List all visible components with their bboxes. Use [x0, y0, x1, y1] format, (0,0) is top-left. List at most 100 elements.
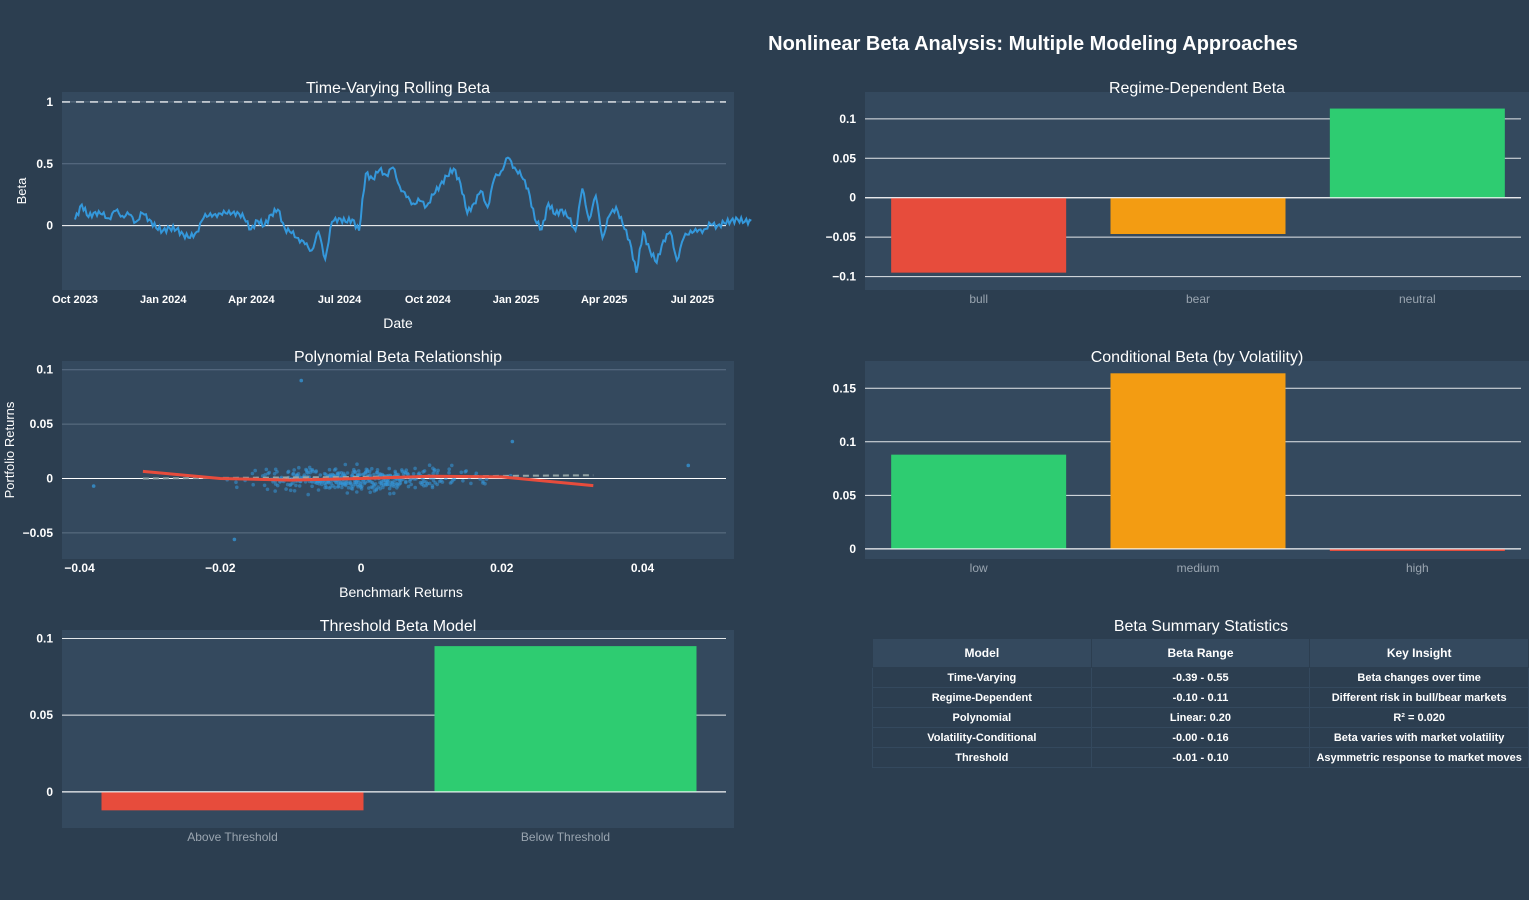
- polynomial-beta-chart: Polynomial Beta Relationship −0.05 0 0.05 0.…: [2, 349, 734, 600]
- y-axis-label: Portfolio Returns: [2, 401, 17, 498]
- scatter-point: [421, 470, 425, 474]
- rolling-beta-chart: Time-Varying Rolling Beta 0 0.5 1 Oct 2023 Ja…: [14, 80, 752, 331]
- threshold-beta-chart: Threshold Beta Model 0 0.05 0.1 Above Thresh…: [30, 618, 734, 844]
- x-tick-label: bear: [1186, 292, 1210, 306]
- x-tick-label: Above Threshold: [187, 830, 278, 844]
- chart-title: Regime-Dependent Beta: [1109, 80, 1285, 97]
- x-tick-label: Jan 2024: [140, 294, 187, 306]
- scatter-point: [397, 482, 402, 486]
- table-cell: -0.10 - 0.11: [1090, 687, 1311, 708]
- y-tick-label: 0: [849, 191, 856, 205]
- header-beta-range: Beta Range: [1090, 638, 1311, 668]
- scatter-point: [327, 467, 332, 472]
- scatter-point: [411, 472, 416, 476]
- scatter-point: [433, 481, 438, 485]
- scatter-point: [353, 470, 358, 475]
- bar-below-threshold: [434, 646, 697, 792]
- table-cell: -0.39 - 0.55: [1090, 667, 1311, 688]
- scatter-point: [359, 485, 363, 490]
- x-tick-label: 0.04: [631, 561, 655, 575]
- scatter-point: [356, 480, 361, 485]
- scatter-point: [459, 470, 464, 475]
- scatter-point: [250, 471, 255, 476]
- y-tick-label: 0.05: [30, 708, 54, 722]
- scatter-point: [364, 470, 368, 474]
- x-tick-label: neutral: [1399, 292, 1436, 306]
- scatter-point: [450, 463, 454, 468]
- table-row: Polynomial Linear: 0.20 R² = 0.020: [872, 707, 1529, 728]
- x-tick-label: 0.02: [490, 561, 514, 575]
- y-tick-label: 0.05: [30, 417, 54, 431]
- scatter-point: [275, 470, 279, 474]
- scatter-point: [372, 472, 376, 477]
- scatter-point: [288, 488, 293, 493]
- y-tick-label: −0.05: [23, 526, 54, 540]
- y-tick-label: −0.05: [826, 230, 857, 244]
- table-cell: Linear: 0.20: [1090, 707, 1311, 728]
- scatter-point: [297, 484, 302, 488]
- bar-bear: [1110, 197, 1286, 234]
- x-tick-label: bull: [969, 292, 988, 306]
- scatter-point: [308, 470, 313, 475]
- x-tick-label: Oct 2024: [405, 294, 452, 306]
- scatter-point: [292, 468, 297, 472]
- scatter-point: [266, 471, 270, 476]
- bar-neutral: [1329, 108, 1505, 198]
- y-tick-label: 0: [46, 219, 53, 233]
- chart-title: Time-Varying Rolling Beta: [306, 80, 490, 97]
- scatter-point: [413, 485, 418, 490]
- scatter-point: [348, 481, 353, 485]
- scatter-point: [307, 465, 312, 470]
- x-tick-label: Jul 2024: [318, 294, 362, 306]
- table-row: Regime-Dependent -0.10 - 0.11 Different …: [872, 687, 1529, 708]
- table-cell: -0.00 - 0.16: [1090, 727, 1311, 748]
- x-tick-label: medium: [1177, 561, 1220, 575]
- summary-table-container: Model Beta Range Key Insight Time-Varyin…: [872, 638, 1529, 768]
- summary-table-title: Beta Summary Statistics: [1114, 618, 1288, 635]
- scatter-point: [424, 483, 428, 488]
- scatter-point: [253, 468, 257, 473]
- scatter-point: [315, 481, 319, 486]
- table-cell: Volatility-Conditional: [872, 727, 1092, 748]
- scatter-point: [392, 491, 396, 496]
- x-tick-label: −0.04: [64, 561, 95, 575]
- scatter-point: [91, 484, 96, 488]
- table-row: Volatility-Conditional -0.00 - 0.16 Beta…: [872, 727, 1529, 748]
- scatter-point: [363, 480, 368, 485]
- scatter-point: [291, 481, 295, 485]
- table-cell: Polynomial: [872, 707, 1092, 728]
- scatter-point: [294, 483, 298, 488]
- header-key-insight: Key Insight: [1309, 638, 1529, 668]
- scatter-point: [372, 484, 377, 488]
- scatter-point: [318, 473, 323, 477]
- y-tick-label: 0: [46, 471, 53, 485]
- y-tick-label: 0.5: [36, 157, 53, 171]
- scatter-point: [316, 488, 321, 492]
- scatter-point: [306, 492, 311, 497]
- scatter-point: [235, 485, 239, 490]
- scatter-point: [322, 471, 327, 476]
- scatter-point: [285, 482, 290, 487]
- bar-above-threshold: [101, 791, 364, 811]
- scatter-point: [510, 439, 515, 444]
- scatter-point: [232, 537, 237, 542]
- scatter-point: [345, 471, 350, 475]
- chart-title: Threshold Beta Model: [320, 618, 477, 635]
- bar-medium: [1110, 373, 1286, 549]
- scatter-point: [464, 469, 469, 473]
- scatter-point: [367, 469, 372, 474]
- table-header-row: Model Beta Range Key Insight: [872, 638, 1529, 668]
- scatter-point: [430, 484, 435, 488]
- scatter-point: [368, 490, 373, 495]
- scatter-point: [374, 488, 379, 492]
- scatter-point: [295, 473, 299, 477]
- table-cell: Asymmetric response to market moves: [1309, 747, 1529, 768]
- scatter-point: [381, 483, 386, 487]
- y-tick-label: 0.1: [839, 112, 856, 126]
- scatter-point: [447, 470, 451, 475]
- x-tick-label: Oct 2023: [52, 294, 98, 306]
- scatter-point: [251, 482, 255, 487]
- scatter-point: [483, 481, 487, 486]
- y-tick-label: 0.05: [833, 488, 857, 502]
- x-tick-label: Jul 2025: [671, 294, 714, 306]
